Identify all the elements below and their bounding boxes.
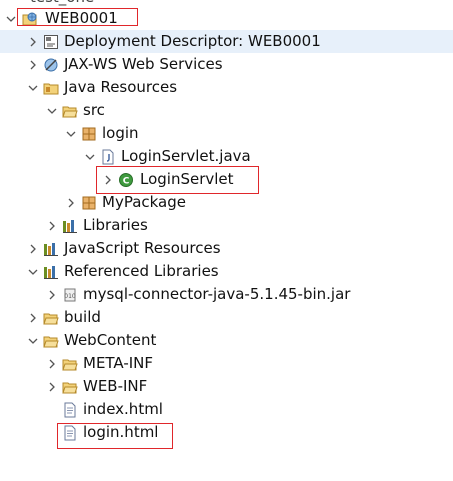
tree-item-label: Java Resources [64,78,178,96]
tree-item-label: Deployment Descriptor: WEB0001 [64,32,321,50]
tree-item-label: build [64,308,101,326]
tree-item-referenced-libraries[interactable]: Referenced Libraries [0,260,453,283]
tree-item-libraries[interactable]: Libraries [0,214,453,237]
tree-item-label: mysql-connector-java-5.1.45-bin.jar [83,285,351,303]
highlight-box-login-html [57,423,173,449]
chevron-right-icon[interactable] [27,59,39,71]
tree-item-index-html[interactable]: index.html [0,398,453,421]
package-icon [81,126,97,142]
chevron-down-icon[interactable] [84,151,96,163]
web-services-icon [43,57,59,73]
tree-item-label: JAX-WS Web Services [64,55,223,73]
html-file-icon [62,402,78,418]
chevron-right-icon[interactable] [46,220,58,232]
highlight-box-loginservlet [96,166,259,194]
folder-icon [43,310,59,326]
chevron-right-icon[interactable] [46,358,58,370]
referenced-libraries-icon [43,264,59,280]
chevron-right-icon[interactable] [46,289,58,301]
tree-item-label: Libraries [83,216,148,234]
javascript-resources-icon [43,241,59,257]
chevron-down-icon[interactable] [5,13,17,25]
tree-item-javascript-resources[interactable]: JavaScript Resources [0,237,453,260]
folder-icon [62,356,78,372]
package-icon [81,195,97,211]
tree-item-label: JavaScript Resources [64,239,221,257]
chevron-down-icon[interactable] [27,266,39,278]
highlight-box-web0001 [17,8,138,26]
folder-icon [43,333,59,349]
tree-item-label: LoginServlet.java [121,147,251,165]
tree-item-jaxws[interactable]: JAX-WS Web Services [0,53,453,76]
java-file-icon [100,149,116,165]
tree-item-label: MyPackage [102,193,186,211]
tree-item-web-inf[interactable]: WEB-INF [0,375,453,398]
chevron-down-icon[interactable] [46,105,58,117]
tree-item-label: index.html [83,400,163,418]
tree-item-label: Referenced Libraries [64,262,219,280]
chevron-right-icon[interactable] [27,312,39,324]
tree-item-src[interactable]: src [0,99,453,122]
deployment-descriptor-icon [43,34,59,50]
java-resources-icon [43,80,59,96]
tree-item-label: WebContent [64,331,157,349]
tree-item-label: WEB-INF [83,377,148,395]
chevron-right-icon[interactable] [27,243,39,255]
chevron-down-icon[interactable] [27,82,39,94]
project-explorer-tree: test_one WEB0001 Deployment Descriptor: [0,0,453,481]
tree-item-loginservlet-java[interactable]: LoginServlet.java [0,145,453,168]
tree-item-mypackage[interactable]: MyPackage [0,191,453,214]
tree-item-label: META-INF [83,354,154,372]
tree-item-java-resources[interactable]: Java Resources [0,76,453,99]
chevron-down-icon[interactable] [27,335,39,347]
tree-item-build[interactable]: build [0,306,453,329]
svg-text:010: 010 [64,293,76,300]
chevron-down-icon[interactable] [65,128,77,140]
chevron-right-icon[interactable] [46,381,58,393]
folder-icon [62,379,78,395]
tree-item-label: src [83,101,105,119]
libraries-icon [62,218,78,234]
tree-item-login-package[interactable]: login [0,122,453,145]
tree-item-mysql-connector-jar[interactable]: 010 mysql-connector-java-5.1.45-bin.jar [0,283,453,306]
tree-item-meta-inf[interactable]: META-INF [0,352,453,375]
jar-icon: 010 [62,287,78,303]
tree-item-label: login [102,124,139,142]
source-folder-icon [62,103,78,119]
partial-top-label: test_one [30,0,94,6]
tree-item-webcontent[interactable]: WebContent [0,329,453,352]
chevron-right-icon[interactable] [65,197,77,209]
tree-item-deployment-descriptor[interactable]: Deployment Descriptor: WEB0001 [0,30,453,53]
chevron-right-icon[interactable] [27,36,39,48]
